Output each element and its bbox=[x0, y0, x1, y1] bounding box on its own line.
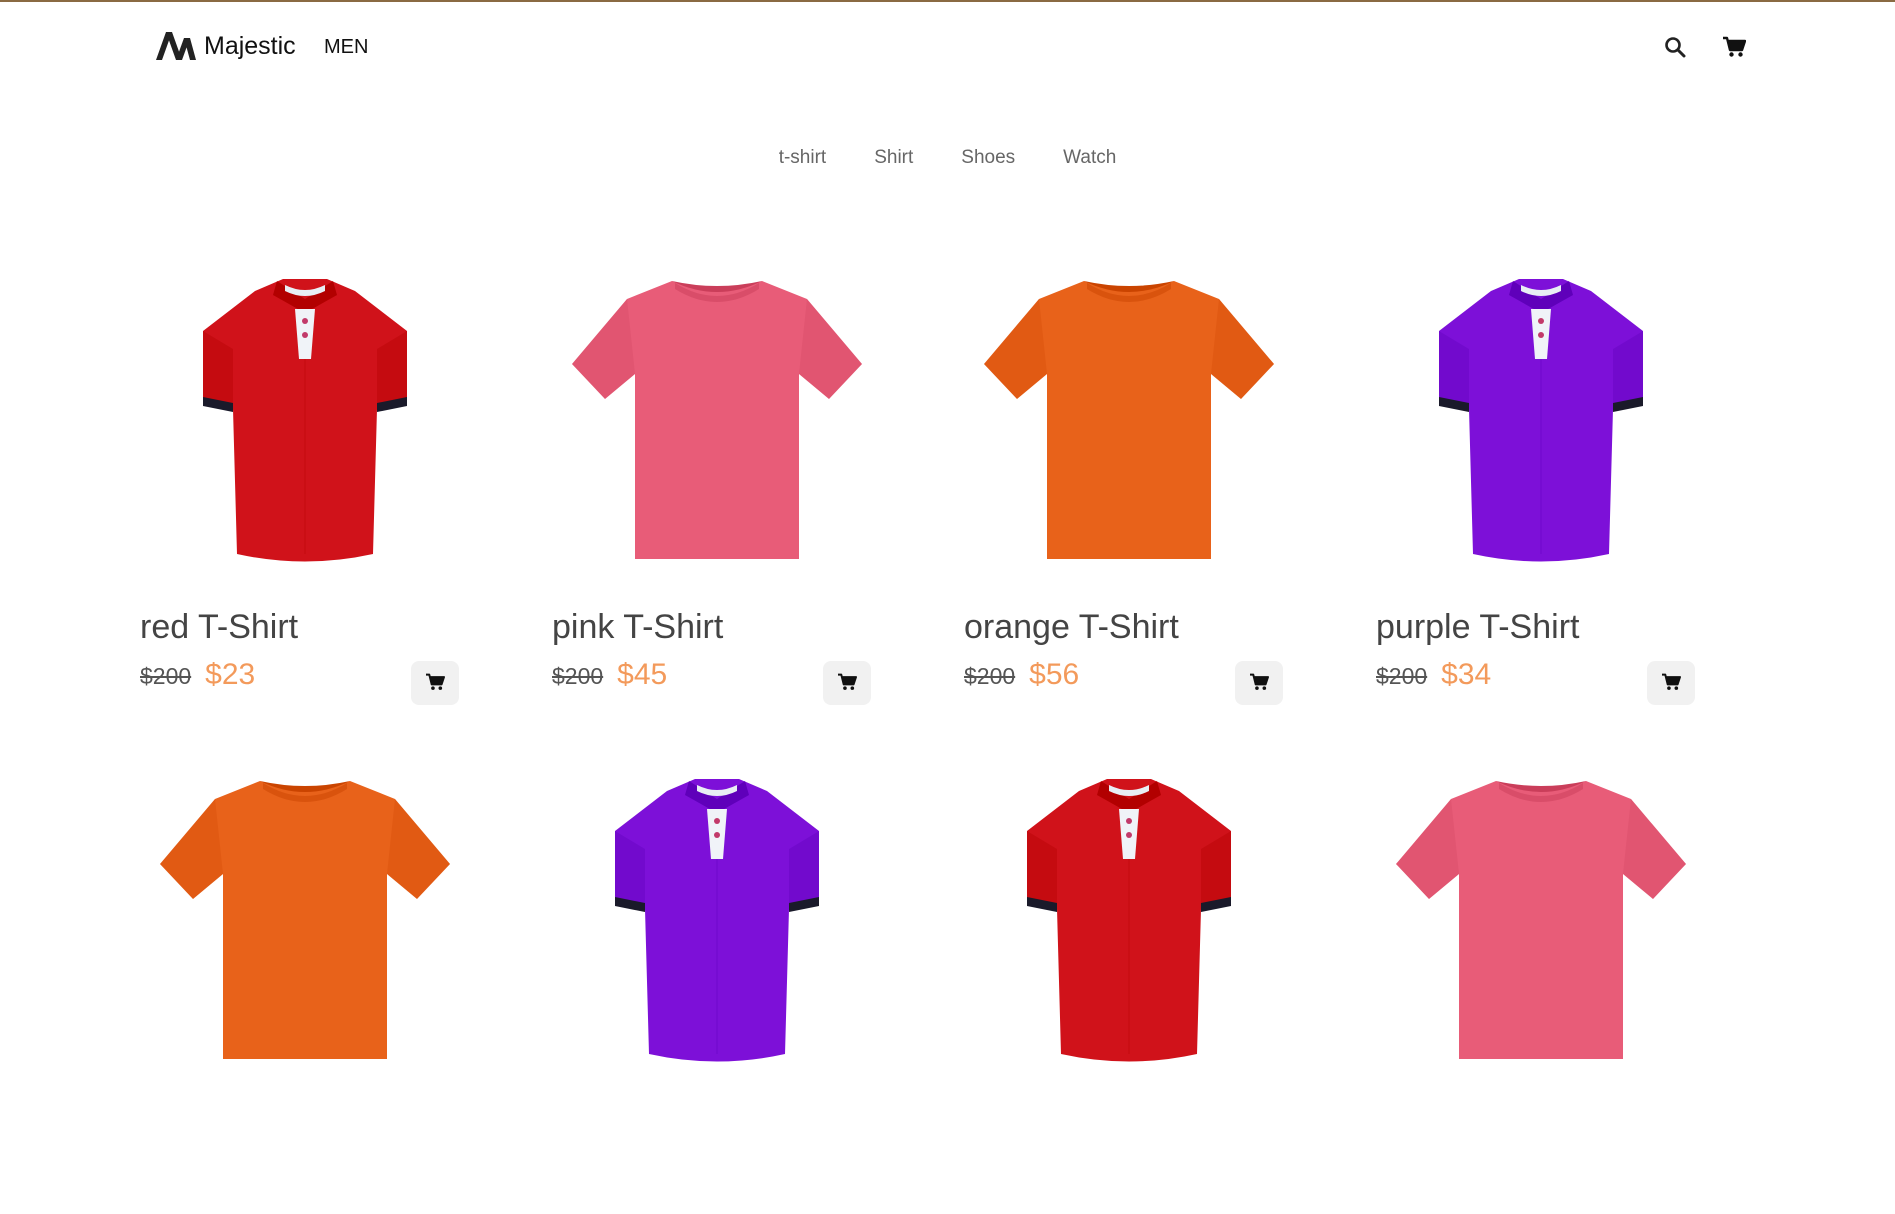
site-header: Majestic MEN bbox=[0, 2, 1895, 92]
product-image[interactable] bbox=[140, 764, 470, 1074]
original-price: $200 bbox=[964, 663, 1016, 689]
original-price: $200 bbox=[140, 663, 192, 689]
product-title[interactable]: orange T-Shirt bbox=[964, 608, 1179, 647]
product-image[interactable] bbox=[964, 264, 1294, 574]
cart-button[interactable] bbox=[1721, 36, 1747, 62]
original-price: $200 bbox=[552, 663, 604, 689]
brand-logo-link[interactable]: Majestic bbox=[154, 30, 296, 62]
product-card[interactable]: orange T-Shirt $200 $56 bbox=[964, 264, 1376, 714]
product-card[interactable]: purple T-Shirt $200 $34 bbox=[1376, 264, 1788, 714]
product-title[interactable]: red T-Shirt bbox=[140, 608, 298, 647]
category-tabs: t-shirt Shirt Shoes Watch bbox=[0, 147, 1895, 169]
add-to-cart-button[interactable] bbox=[411, 661, 459, 705]
price-row: $200 $56 bbox=[964, 658, 1079, 692]
nav-men-link[interactable]: MEN bbox=[324, 36, 368, 59]
majestic-logo-icon bbox=[154, 30, 198, 62]
add-to-cart-button[interactable] bbox=[1647, 661, 1695, 705]
product-title[interactable]: purple T-Shirt bbox=[1376, 608, 1579, 647]
product-card[interactable]: pink T-Shirt $200 $45 bbox=[552, 264, 964, 714]
product-card[interactable] bbox=[552, 764, 964, 1214]
search-icon bbox=[1664, 36, 1686, 63]
sale-price: $34 bbox=[1441, 658, 1492, 691]
cart-icon bbox=[1661, 673, 1681, 694]
sale-price: $23 bbox=[205, 658, 256, 691]
product-card[interactable]: red T-Shirt $200 $23 bbox=[140, 264, 552, 714]
tab-watch[interactable]: Watch bbox=[1039, 147, 1140, 169]
product-card[interactable] bbox=[140, 764, 552, 1214]
product-image[interactable] bbox=[1376, 764, 1706, 1074]
product-title[interactable]: pink T-Shirt bbox=[552, 608, 723, 647]
add-to-cart-button[interactable] bbox=[823, 661, 871, 705]
price-row: $200 $45 bbox=[552, 658, 667, 692]
tab-shirt[interactable]: Shirt bbox=[850, 147, 937, 169]
cart-icon bbox=[425, 673, 445, 694]
cart-icon bbox=[1249, 673, 1269, 694]
cart-icon bbox=[1722, 36, 1747, 63]
product-image[interactable] bbox=[552, 764, 882, 1074]
product-image[interactable] bbox=[140, 264, 470, 574]
product-image[interactable] bbox=[552, 264, 882, 574]
product-image[interactable] bbox=[1376, 264, 1706, 574]
price-row: $200 $23 bbox=[140, 658, 255, 692]
product-image[interactable] bbox=[964, 764, 1294, 1074]
product-card[interactable] bbox=[964, 764, 1376, 1214]
search-button[interactable] bbox=[1662, 36, 1688, 62]
tab-t-shirt[interactable]: t-shirt bbox=[755, 147, 851, 169]
cart-icon bbox=[837, 673, 857, 694]
price-row: $200 $34 bbox=[1376, 658, 1491, 692]
product-grid: red T-Shirt $200 $23 pink T-Shirt $200 $45 ora… bbox=[140, 264, 1780, 1214]
original-price: $200 bbox=[1376, 663, 1428, 689]
tab-shoes[interactable]: Shoes bbox=[937, 147, 1039, 169]
sale-price: $56 bbox=[1029, 658, 1080, 691]
product-card[interactable] bbox=[1376, 764, 1788, 1214]
sale-price: $45 bbox=[617, 658, 668, 691]
add-to-cart-button[interactable] bbox=[1235, 661, 1283, 705]
brand-name: Majestic bbox=[204, 32, 296, 60]
